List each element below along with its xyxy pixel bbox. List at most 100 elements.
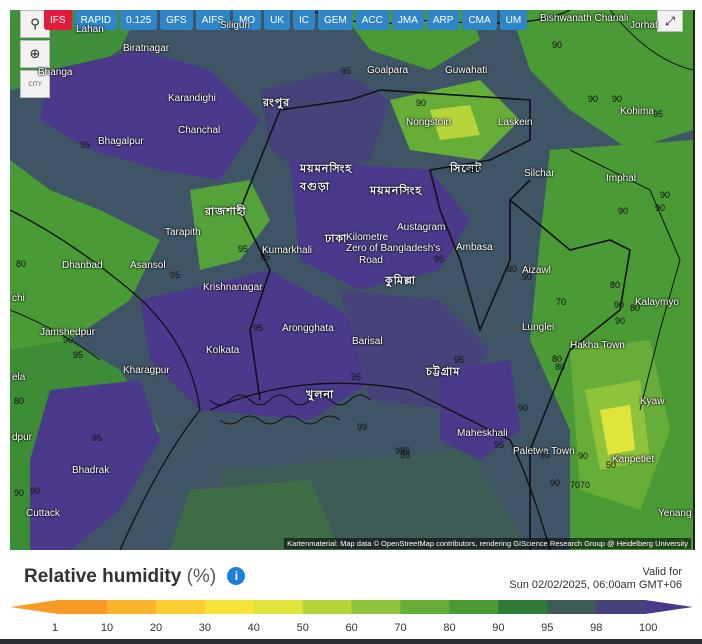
- contour-label: 90: [518, 403, 529, 413]
- contour-label: 95: [400, 450, 411, 460]
- zoom-icon[interactable]: ⊕: [20, 40, 50, 68]
- place-label: Kilometre: [346, 232, 389, 243]
- place-label: Cuttack: [26, 508, 60, 519]
- model-button-ifs[interactable]: IFS: [44, 10, 72, 30]
- contour-label: 95: [653, 109, 664, 119]
- contour-label: 80: [16, 259, 27, 269]
- legend-arrow-right: [645, 600, 693, 614]
- place-label: Laskein: [498, 117, 533, 128]
- legend-title-text: Relative humidity: [24, 566, 182, 587]
- valid-label: Valid for: [642, 566, 682, 578]
- place-label: Road: [359, 255, 383, 266]
- place-label: খুলনা: [306, 389, 335, 401]
- legend-tick-label: 1: [52, 622, 59, 634]
- place-label: চট্টগ্রাম: [426, 366, 461, 378]
- contour-label: 95: [73, 350, 84, 360]
- contour-label: 90: [550, 478, 561, 488]
- legend-segment: [302, 600, 352, 614]
- model-button-um[interactable]: UM: [499, 10, 528, 30]
- contour-label: 95: [253, 323, 264, 333]
- place-label: dpur: [12, 432, 33, 443]
- weather-map[interactable]: ⚲ ⊕ CITY IFS RAPID 0.125 GFS AIFS MO UK IC GEM ACC J…: [10, 10, 695, 550]
- model-button-arp[interactable]: ARP: [426, 10, 460, 30]
- model-button-ic[interactable]: IC: [292, 10, 315, 30]
- place-label: Silchar: [524, 168, 555, 179]
- info-icon[interactable]: i: [227, 567, 246, 585]
- legend-tick-label: 95: [541, 622, 554, 634]
- contour-label: 90: [660, 190, 671, 200]
- place-label: কুমিল্লা: [385, 275, 416, 287]
- contour-label: 90: [416, 98, 427, 108]
- valid-time-value: Sun 02/02/2025, 06:00am GMT+06: [509, 579, 682, 591]
- contour-label: 90: [655, 203, 666, 213]
- map-attribution: Kartenmaterial: Map data © OpenStreetMap…: [284, 538, 691, 549]
- place-label: Kharagpur: [123, 365, 170, 376]
- legend-unit: (%): [186, 566, 217, 587]
- contour-label: 70: [580, 480, 591, 490]
- model-selector: IFS RAPID 0.125 GFS AIFS MO UK IC GEM ACC JMA ARP CM…: [44, 10, 528, 32]
- place-label: Kolkata: [206, 345, 240, 356]
- model-button-jma[interactable]: JMA: [391, 10, 424, 30]
- footer-bar: [0, 639, 702, 644]
- legend-segment: [351, 600, 401, 614]
- contour-label: 99: [357, 422, 368, 432]
- place-label: Imphal: [606, 173, 637, 184]
- contour-label: 95: [170, 270, 181, 280]
- place-label: Zero of Bangladesh's: [346, 243, 441, 254]
- legend-segment: [449, 600, 499, 614]
- place-label: Guwahati: [445, 65, 488, 76]
- model-button-gfs[interactable]: GFS: [160, 10, 193, 30]
- contour-label: 90: [14, 488, 25, 498]
- contour-label: 95: [351, 372, 362, 382]
- contour-label: 80: [507, 264, 518, 274]
- place-label: বগুড়া: [300, 181, 330, 193]
- model-button-gem[interactable]: GEM: [317, 10, 353, 30]
- contour-label: 70: [556, 297, 567, 307]
- place-label: রাজশাহী: [205, 206, 247, 218]
- legend-tick-label: 10: [100, 622, 114, 634]
- place-label: Bhanga: [38, 67, 73, 78]
- model-button-0125[interactable]: 0.125: [120, 10, 158, 30]
- place-label: Arongghata: [282, 323, 334, 334]
- legend-arrow-left: [10, 600, 58, 614]
- contour-label: 90: [614, 300, 625, 310]
- place-label: Maheskhali: [457, 428, 508, 439]
- contour-label: 70: [570, 480, 581, 490]
- valid-time: Valid for Sun 02/02/2025, 06:00am GMT+06: [509, 566, 682, 592]
- place-label: Austagram: [397, 222, 446, 233]
- legend-tick-label: 30: [198, 622, 211, 634]
- humidity-field: [10, 10, 693, 550]
- place-label: Hakha Town: [570, 340, 625, 351]
- legend-segment: [155, 600, 206, 614]
- place-label: Goalpara: [367, 65, 409, 76]
- place-label: ঢাকা: [325, 233, 348, 245]
- legend-segment: [253, 600, 304, 614]
- contour-label: 95: [80, 140, 91, 150]
- legend-segment: [106, 600, 157, 614]
- legend-tick-label: 40: [247, 622, 260, 634]
- legend-tick-label: 50: [296, 622, 309, 634]
- legend-tick-label: 98: [590, 622, 603, 634]
- place-label: Yenang: [658, 508, 692, 519]
- legend-tick-label: 80: [443, 622, 456, 634]
- place-label: Biratnagar: [123, 43, 170, 54]
- contour-label: 90: [612, 94, 623, 104]
- contour-label: 95: [238, 244, 249, 254]
- contour-label: 90: [522, 272, 533, 282]
- place-label: Krishnanagar: [203, 282, 263, 293]
- model-button-acc[interactable]: ACC: [355, 10, 389, 30]
- legend-tick-label: 60: [345, 622, 358, 634]
- place-label: Asansol: [130, 260, 166, 271]
- model-button-cma[interactable]: CMA: [462, 10, 497, 30]
- place-label: Jorhat: [630, 20, 658, 31]
- legend-tick-label: 20: [149, 622, 163, 634]
- place-label: Ambasa: [456, 242, 493, 253]
- place-label: Chanchal: [178, 125, 221, 136]
- model-button-uk[interactable]: UK: [264, 10, 290, 30]
- legend-segment: [400, 600, 450, 614]
- fullscreen-icon[interactable]: ⤢: [657, 10, 683, 32]
- place-label: ময়মনসিংহ: [300, 163, 353, 175]
- place-label: Tarapith: [165, 227, 201, 238]
- contour-label: 90: [470, 165, 481, 175]
- contour-label: 95: [341, 66, 352, 76]
